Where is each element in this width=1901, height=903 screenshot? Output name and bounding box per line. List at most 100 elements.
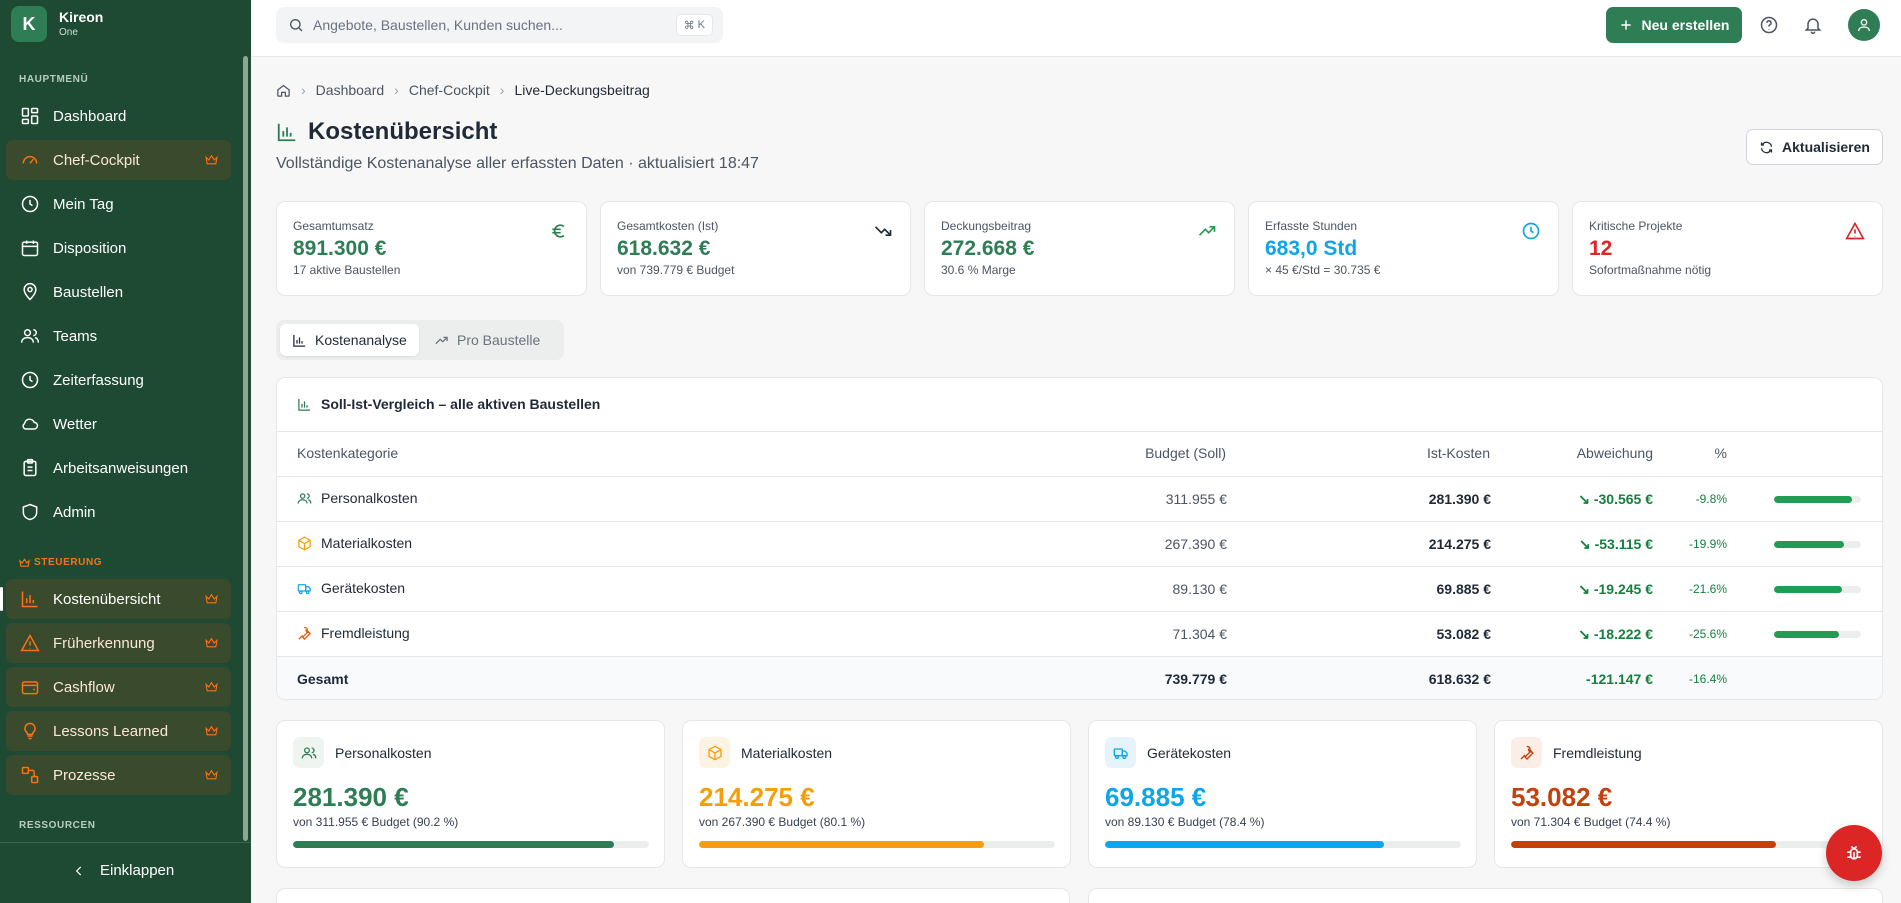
total-label: Gesamt bbox=[297, 671, 349, 687]
progress-fill bbox=[1774, 496, 1853, 503]
arrow-down-right-icon: ↘ bbox=[1578, 536, 1595, 552]
category-card-sub: von 71.304 € Budget (74.4 %) bbox=[1511, 815, 1671, 829]
table-row: Personalkosten 311.955 € 281.390 € ↘ -30… bbox=[277, 477, 1882, 522]
section-resources: RESSOURCEN bbox=[19, 820, 96, 831]
sidebar-item-label: Lessons Learned bbox=[53, 722, 169, 740]
chevron-left-icon bbox=[75, 866, 82, 875]
crown-icon bbox=[205, 637, 218, 648]
sidebar-item-zeiterfassung[interactable]: Zeiterfassung bbox=[6, 360, 231, 400]
category-card-personal: Personalkosten 281.390 € von 311.955 € B… bbox=[276, 720, 665, 868]
category-icon-box bbox=[699, 737, 730, 768]
crown-icon bbox=[205, 769, 218, 780]
sidebar-scrollbar[interactable] bbox=[243, 56, 248, 841]
category-icon-box bbox=[1511, 737, 1542, 768]
avatar[interactable] bbox=[1848, 9, 1880, 41]
progress-bar bbox=[1774, 496, 1861, 503]
sidebar-item-teams[interactable]: Teams bbox=[6, 316, 231, 356]
sidebar-item-frueherkennung[interactable]: Früherkennung bbox=[6, 623, 231, 663]
shortcut-badge: ⌘ K bbox=[675, 14, 713, 36]
sidebar-divider bbox=[0, 842, 251, 843]
help-icon[interactable] bbox=[1759, 15, 1779, 35]
user-icon bbox=[1858, 19, 1870, 32]
refresh-button[interactable]: Aktualisieren bbox=[1746, 129, 1883, 165]
category-cell: Fremdleistung bbox=[297, 625, 410, 641]
crown-icon bbox=[205, 593, 218, 604]
gauge-icon bbox=[22, 155, 38, 164]
sidebar-item-disposition[interactable]: Disposition bbox=[6, 228, 231, 268]
sidebar-item-label: Chef-Cockpit bbox=[53, 151, 140, 169]
bar-chart-icon bbox=[293, 334, 306, 347]
cost-comparison-table: Soll-Ist-Vergleich – alle aktiven Bauste… bbox=[276, 377, 1883, 700]
deviation-cell: ↘ -53.115 € bbox=[1453, 536, 1653, 553]
brand-name: Kireon bbox=[59, 9, 104, 25]
table-total-row: Gesamt 739.779 € 618.632 € -121.147 € -1… bbox=[277, 657, 1882, 699]
chevron-right-icon: › bbox=[499, 82, 505, 98]
sidebar-item-mein-tag[interactable]: Mein Tag bbox=[6, 184, 231, 224]
sidebar-item-label: Prozesse bbox=[53, 766, 116, 784]
col-header-budget: Budget (Soll) bbox=[1145, 445, 1226, 461]
kpi-card-costs: Gesamtkosten (Ist) 618.632 € von 739.779… bbox=[600, 201, 911, 296]
kpi-sub: Sofortmaßnahme nötig bbox=[1589, 263, 1712, 277]
sidebar-item-wetter[interactable]: Wetter bbox=[6, 404, 231, 444]
progress-bar bbox=[1774, 631, 1861, 638]
dashboard-icon bbox=[21, 107, 39, 125]
sidebar-item-label: Cashflow bbox=[53, 678, 115, 696]
sidebar-item-dashboard[interactable]: Dashboard bbox=[6, 96, 231, 136]
breadcrumb-chef-cockpit[interactable]: Chef-Cockpit bbox=[409, 82, 490, 98]
category-card-label: Personalkosten bbox=[335, 744, 432, 761]
total-budget: 739.779 € bbox=[1164, 671, 1227, 687]
bell-icon[interactable] bbox=[1803, 15, 1823, 35]
progress-bar bbox=[1774, 541, 1861, 548]
logo: K bbox=[11, 6, 47, 42]
sidebar-item-admin[interactable]: Admin bbox=[6, 492, 231, 532]
new-create-button[interactable]: Neu erstellen bbox=[1606, 7, 1742, 43]
bug-report-button[interactable] bbox=[1826, 825, 1882, 881]
category-cell: Personalkosten bbox=[297, 490, 418, 506]
users-icon bbox=[297, 492, 312, 504]
progress-fill bbox=[293, 841, 615, 848]
collapse-button[interactable]: Einklappen bbox=[72, 862, 174, 879]
sidebar-item-lessons-learned[interactable]: Lessons Learned bbox=[6, 711, 231, 751]
truck-icon bbox=[1113, 747, 1128, 759]
percent-cell: -9.8% bbox=[1695, 492, 1727, 506]
breadcrumb-dashboard[interactable]: Dashboard bbox=[316, 82, 385, 98]
home-icon[interactable] bbox=[276, 83, 291, 98]
warning-icon bbox=[20, 633, 40, 652]
deviation-value: -30.565 € bbox=[1593, 491, 1653, 507]
tab-kostenanalyse[interactable]: Kostenanalyse bbox=[280, 324, 419, 356]
search-input[interactable]: Angebote, Baustellen, Kunden suchen... ⌘… bbox=[276, 7, 723, 43]
deviation-cell: ↘ -19.245 € bbox=[1453, 581, 1653, 598]
shield-icon bbox=[22, 503, 38, 521]
brand[interactable]: K Kireon One bbox=[11, 6, 103, 42]
trending-up-icon bbox=[1198, 226, 1216, 236]
progress-fill bbox=[1105, 841, 1385, 848]
category-cell: Materialkosten bbox=[297, 535, 412, 551]
kpi-value: 891.300 € bbox=[293, 237, 387, 260]
category-label: Personalkosten bbox=[321, 490, 418, 506]
sidebar-item-label: Disposition bbox=[53, 239, 127, 257]
tab-pro-baustelle[interactable]: Pro Baustelle bbox=[422, 324, 552, 356]
sidebar-item-arbeitsanweisungen[interactable]: Arbeitsanweisungen bbox=[6, 448, 231, 488]
sidebar-item-kostenuebersicht[interactable]: Kostenübersicht bbox=[6, 579, 231, 619]
category-card-sub: von 267.390 € Budget (80.1 %) bbox=[699, 815, 866, 829]
arrow-down-right-icon: ↘ bbox=[1578, 581, 1594, 597]
category-card-sub: von 311.955 € Budget (90.2 %) bbox=[293, 815, 459, 829]
deviation-cell: ↘ -18.222 € bbox=[1453, 626, 1653, 643]
sidebar-item-cashflow[interactable]: Cashflow bbox=[6, 667, 231, 707]
sidebar-item-label: Baustellen bbox=[53, 283, 124, 301]
category-card-label: Fremdleistung bbox=[1553, 744, 1642, 761]
wrench-icon bbox=[1520, 745, 1534, 760]
kpi-card-hours: Erfasste Stunden 683,0 Std × 45 €/Std = … bbox=[1248, 201, 1559, 296]
sidebar-item-label: Dashboard bbox=[53, 107, 127, 125]
budget-cell: 311.955 € bbox=[1165, 491, 1227, 507]
crown-icon bbox=[205, 154, 218, 165]
sidebar-item-prozesse[interactable]: Prozesse bbox=[6, 755, 231, 795]
kpi-card-critical: Kritische Projekte 12 Sofortmaßnahme nöt… bbox=[1572, 201, 1883, 296]
category-card-value: 53.082 € bbox=[1511, 782, 1613, 812]
sidebar: K Kireon One HAUPTMENÜ Dashboard Chef-Co… bbox=[0, 0, 251, 903]
sidebar-item-baustellen[interactable]: Baustellen bbox=[6, 272, 231, 312]
deviation-value: -53.115 € bbox=[1594, 536, 1653, 552]
chevron-right-icon: › bbox=[301, 82, 306, 98]
sidebar-item-chef-cockpit[interactable]: Chef-Cockpit bbox=[6, 140, 231, 180]
shortcut-key: K bbox=[697, 19, 705, 31]
